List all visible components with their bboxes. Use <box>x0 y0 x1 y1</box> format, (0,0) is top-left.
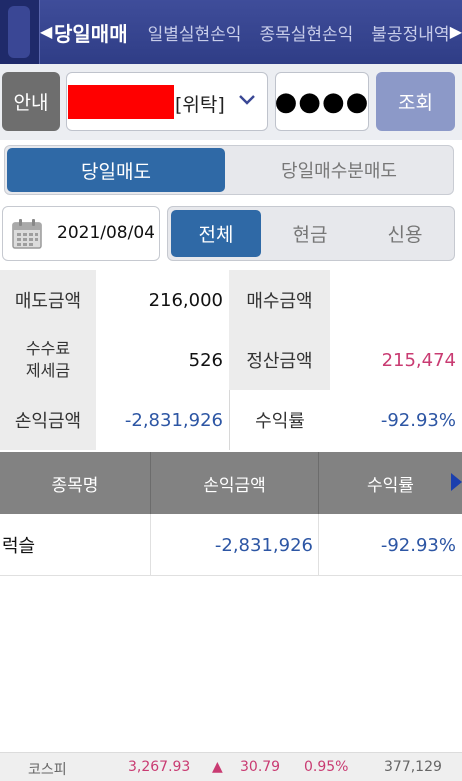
index-change-pct: 0.95% <box>304 759 349 775</box>
col-pnl[interactable]: 손익금액 <box>151 452 318 514</box>
summary-row-sell-buy: 매도금액 216,000 매수금액 <box>0 270 462 330</box>
index-volume: 377,129 <box>384 759 442 775</box>
trade-type-segment: 당일매도 당일매수분매도 <box>4 145 454 195</box>
password-field[interactable]: ●●●● <box>275 72 369 131</box>
tab-daily-realized-pnl[interactable]: 일별실현손익 <box>148 20 242 45</box>
row-stock-name: 럭슬 <box>2 536 36 557</box>
account-number-redacted <box>68 85 174 119</box>
buy-amount-label: 매수금액 <box>229 270 330 330</box>
account-row: 안내 [위탁] ●●●● 조회 <box>0 64 462 140</box>
tab-scroll-right-icon[interactable]: ▶ <box>450 22 462 41</box>
pnl-label: 손익금액 <box>0 390 96 450</box>
index-name: 코스피 <box>28 762 67 778</box>
sell-amount-value: 216,000 <box>96 270 229 330</box>
top-tab-bar: ◀ 당일매매 일별실현손익 종목실현손익 불공정내역 ▶ <box>0 0 462 64</box>
pnl-value: -2,831,926 <box>96 390 229 450</box>
index-change: 30.79 <box>240 759 281 775</box>
return-value: -92.93% <box>330 390 462 450</box>
row-pnl: -2,831,926 <box>214 534 313 556</box>
fee-label: 수수료 <box>25 339 71 358</box>
summary-row-pnl-return: 손익금액 -2,831,926 수익률 -92.93% <box>0 390 462 450</box>
settle-amount-value: 215,474 <box>330 330 462 390</box>
return-label: 수익률 <box>229 390 330 450</box>
date-picker[interactable]: 2021/08/04 <box>2 206 160 261</box>
query-button[interactable]: 조회 <box>376 72 455 131</box>
account-select[interactable]: [위탁] <box>66 72 268 131</box>
segment-today-sell[interactable]: 당일매도 <box>7 148 225 192</box>
settle-amount-label: 정산금액 <box>229 330 330 390</box>
index-ticker[interactable]: 코스피 3,267.93 ▲ 30.79 0.95% 377,129 <box>0 752 462 781</box>
tab-today-trades[interactable]: 당일매매 <box>54 18 128 47</box>
table-header: 종목명 손익금액 수익률 <box>0 452 462 514</box>
filter-cash[interactable]: 현금 <box>264 210 356 257</box>
calendar-icon <box>12 219 42 249</box>
table-row[interactable]: 럭슬 -2,831,926 -92.93% <box>0 514 462 576</box>
scroll-right-arrow-icon[interactable] <box>451 473 462 491</box>
col-stock-name[interactable]: 종목명 <box>0 452 150 514</box>
guide-button[interactable]: 안내 <box>2 72 60 131</box>
tab-stock-realized-pnl[interactable]: 종목실현손익 <box>259 20 353 45</box>
tab-unfair-history[interactable]: 불공정내역 <box>371 20 449 45</box>
chevron-down-icon <box>239 95 255 105</box>
fee-tax-value: 526 <box>96 330 229 390</box>
tax-label: 제세금 <box>25 361 71 380</box>
index-value: 3,267.93 <box>128 759 191 775</box>
menu-handle[interactable] <box>0 0 40 64</box>
date-value: 2021/08/04 <box>57 223 155 243</box>
fee-tax-label: 수수료 제세금 <box>0 330 96 390</box>
segment-today-buy-sell[interactable]: 당일매수분매도 <box>227 148 451 192</box>
tab-list: 당일매매 일별실현손익 종목실현손익 불공정내역 <box>54 0 462 64</box>
sell-amount-label: 매도금액 <box>0 270 96 330</box>
index-up-arrow-icon: ▲ <box>212 759 223 775</box>
filter-all[interactable]: 전체 <box>171 210 261 257</box>
buy-amount-value <box>330 270 462 330</box>
summary-grid: 매도금액 216,000 매수금액 수수료 제세금 526 정산금액 215,4… <box>0 270 462 450</box>
credit-type-filter: 전체 현금 신용 <box>167 206 455 261</box>
trade-type-row: 당일매도 당일매수분매도 <box>0 140 462 202</box>
summary-row-fee-settle: 수수료 제세금 526 정산금액 215,474 <box>0 330 462 390</box>
tab-scroll-left-icon[interactable]: ◀ <box>40 22 52 41</box>
row-return: -92.93% <box>380 534 456 556</box>
account-type: [위탁] <box>175 94 225 116</box>
col-return[interactable]: 수익률 <box>319 452 462 514</box>
date-filter-row: 2021/08/04 전체 현금 신용 <box>0 202 462 268</box>
filter-credit[interactable]: 신용 <box>358 210 452 257</box>
